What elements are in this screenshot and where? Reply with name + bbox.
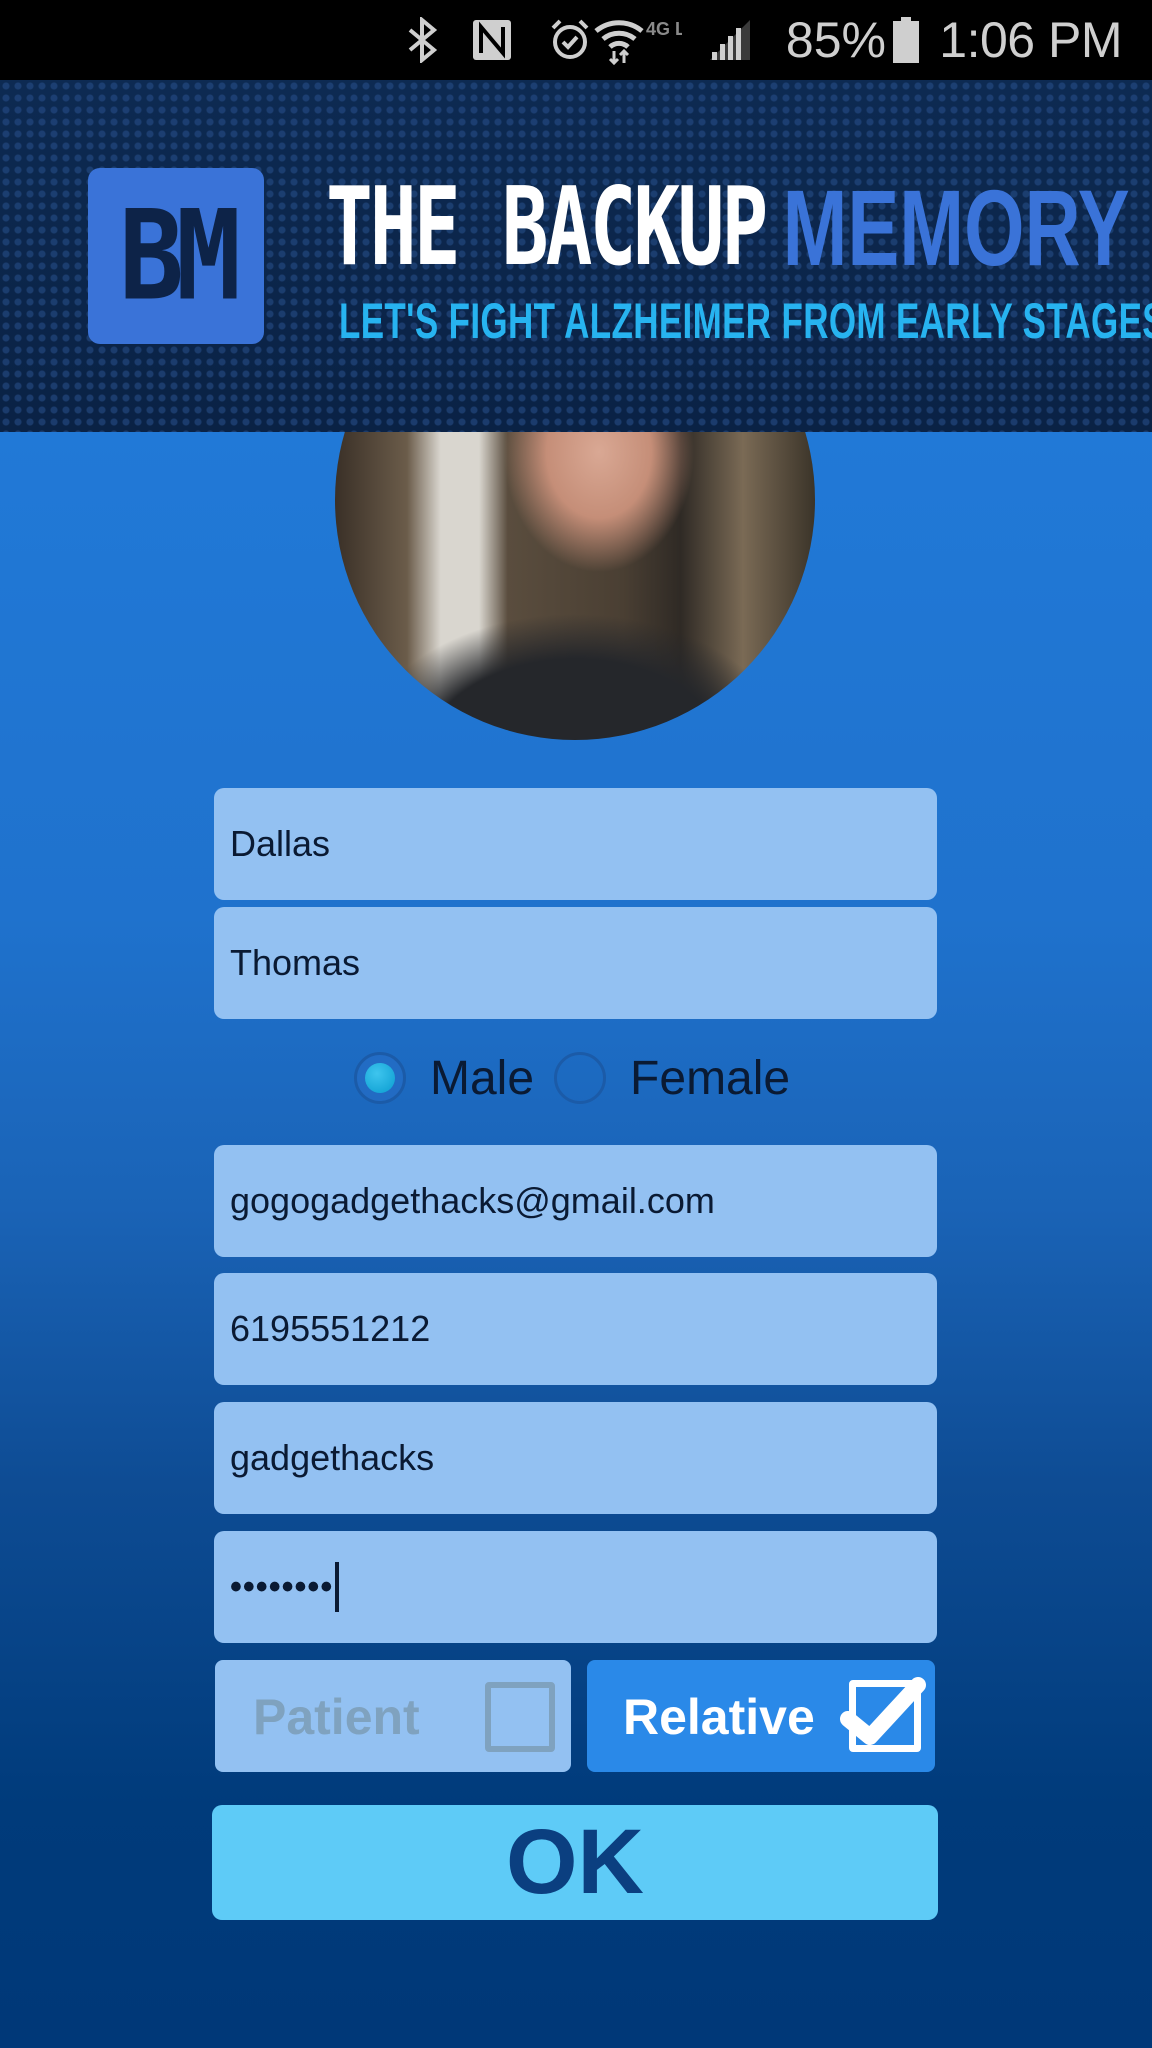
app-title: THE BACKUP MEMORY — [326, 172, 1130, 282]
nfc-icon — [472, 0, 512, 80]
ok-button[interactable]: OK — [212, 1805, 938, 1920]
app-header: BM THE BACKUP MEMORY LET'S FIGHT ALZHEIM… — [0, 80, 1152, 432]
4g-lte-icon: 4G LTE — [646, 19, 682, 39]
title-part2: MEMORY — [782, 167, 1130, 288]
app-tagline: LET'S FIGHT ALZHEIMER FROM EARLY STAGES — [339, 293, 1152, 349]
app-logo: BM — [88, 168, 264, 344]
first-name-input[interactable] — [230, 788, 937, 900]
title-part1: THE BACKUP — [326, 165, 768, 290]
radio-selected-dot — [365, 1063, 395, 1093]
email-input[interactable] — [230, 1145, 937, 1257]
first-name-field[interactable] — [214, 788, 937, 900]
checkmark-icon — [840, 1677, 926, 1745]
relative-checkbox[interactable] — [840, 1677, 926, 1752]
relative-toggle[interactable]: Relative — [587, 1660, 935, 1772]
last-name-field[interactable] — [214, 907, 937, 1019]
clock: 1:06 PM — [939, 12, 1122, 68]
patient-label: Patient — [253, 1689, 420, 1745]
password-field[interactable]: •••••••• — [214, 1531, 937, 1643]
username-field[interactable] — [214, 1402, 937, 1514]
phone-field[interactable] — [214, 1273, 937, 1385]
wifi-icon: 4G LTE — [592, 0, 682, 80]
phone-input[interactable] — [230, 1273, 937, 1385]
bluetooth-icon — [406, 0, 440, 80]
battery-icon — [892, 0, 920, 80]
username-input[interactable] — [230, 1402, 937, 1514]
radio-female[interactable] — [554, 1052, 607, 1104]
email-field[interactable] — [214, 1145, 937, 1257]
relative-label: Relative — [623, 1689, 815, 1745]
alarm-icon — [550, 0, 590, 80]
battery-percent: 85% — [785, 12, 886, 68]
signal-icon — [708, 0, 752, 80]
gender-radio-group: Male Female — [354, 1043, 810, 1113]
radio-male-label[interactable]: Male — [430, 1051, 534, 1106]
patient-checkbox[interactable] — [485, 1682, 555, 1752]
password-input[interactable]: •••••••• — [230, 1568, 333, 1607]
logo-text: BM — [118, 184, 241, 328]
radio-female-label[interactable]: Female — [630, 1051, 790, 1106]
last-name-input[interactable] — [230, 907, 937, 1019]
text-cursor — [335, 1562, 340, 1612]
radio-male[interactable] — [354, 1052, 406, 1104]
registration-form: Male Female •••••••• Patient Relative OK — [0, 432, 1152, 2048]
status-bar: 4G LTE 85% 1:06 PM — [0, 0, 1152, 80]
patient-toggle[interactable]: Patient — [215, 1660, 571, 1772]
